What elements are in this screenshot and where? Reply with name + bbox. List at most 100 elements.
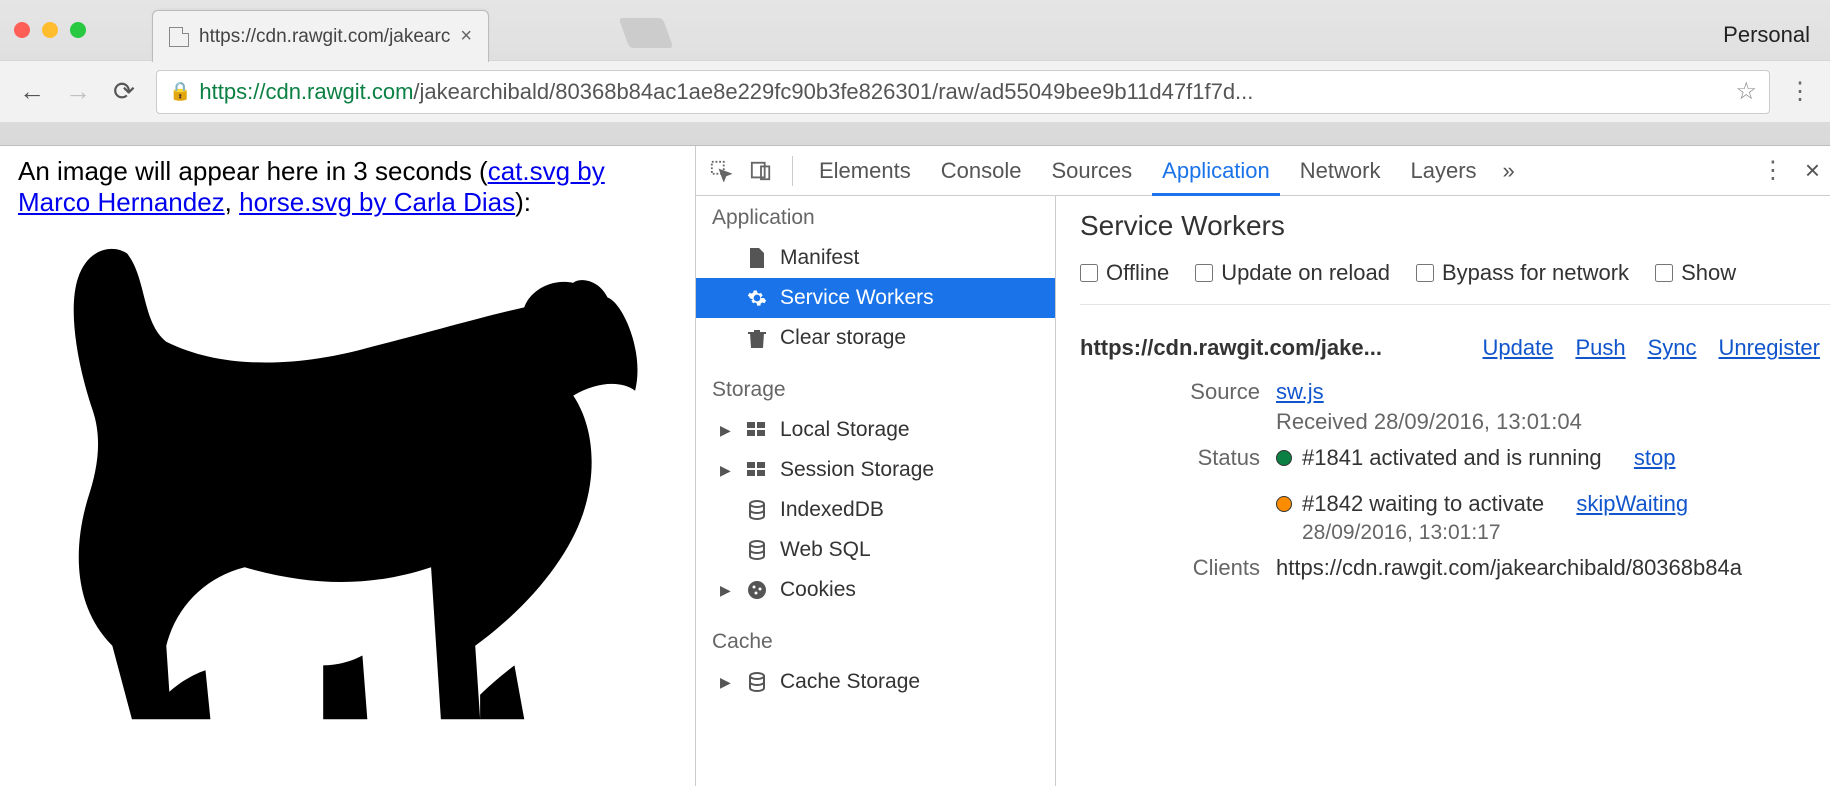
disclosure-triangle-icon: ▶ (720, 462, 734, 479)
sidebar-item-service-workers[interactable]: ▶Service Workers (696, 278, 1055, 318)
check-show-all[interactable]: Show (1655, 260, 1736, 286)
sidebar-item-indexeddb[interactable]: ▶IndexedDB (696, 490, 1055, 530)
page-sep: , (225, 187, 239, 217)
label-status: Status (1080, 445, 1260, 545)
tab-sources[interactable]: Sources (1041, 146, 1142, 196)
sw-skipwaiting-link[interactable]: skipWaiting (1576, 491, 1688, 517)
disclosure-triangle-icon: ▶ (720, 582, 734, 599)
forward-button[interactable]: → (64, 76, 92, 107)
status-row-active: #1841 activated and is running stop (1276, 445, 1830, 471)
sw-source-link[interactable]: sw.js (1276, 379, 1830, 405)
traffic-zoom[interactable] (70, 22, 86, 38)
tab-close-icon[interactable]: × (460, 25, 472, 48)
status-row-waiting: #1842 waiting to activate skipWaiting (1276, 491, 1830, 517)
grid-icon (746, 422, 768, 438)
status-dot-green-icon (1276, 450, 1292, 466)
profile-label[interactable]: Personal (1723, 22, 1810, 48)
tab-layers[interactable]: Layers (1400, 146, 1486, 196)
tab-elements[interactable]: Elements (809, 146, 921, 196)
cat-icon (18, 224, 648, 734)
tab-application[interactable]: Application (1152, 146, 1280, 196)
browser-tab[interactable]: https://cdn.rawgit.com/jakearc × (152, 10, 489, 62)
sidebar-item-clear-storage[interactable]: ▶Clear storage (696, 318, 1055, 358)
cat-image (18, 224, 677, 741)
sidebar-item-session-storage[interactable]: ▶ Session Storage (696, 450, 1055, 490)
sw-action-unregister[interactable]: Unregister (1719, 335, 1820, 361)
inspect-element-icon[interactable] (706, 156, 736, 186)
browser-menu-button[interactable]: ⋮ (1788, 77, 1812, 106)
trash-icon (746, 328, 768, 348)
devtools-tabs: Elements Console Sources Application Net… (696, 146, 1830, 196)
sw-action-push[interactable]: Push (1575, 335, 1625, 361)
page-text-after: ): (515, 187, 531, 217)
checkbox[interactable] (1416, 264, 1434, 282)
tab-console[interactable]: Console (931, 146, 1032, 196)
service-workers-panel: Service Workers Offline Update on reload… (1056, 196, 1830, 786)
window-chrome: https://cdn.rawgit.com/jakearc × Persona… (0, 0, 1830, 146)
disclosure-triangle-icon: ▶ (720, 674, 734, 691)
url-scheme: https (199, 79, 247, 105)
disclosure-triangle-icon: ▶ (720, 422, 734, 439)
omnibox[interactable]: 🔒 https://cdn.rawgit.com/jakearchibald/8… (156, 70, 1770, 114)
page-text: An image will appear here in 3 seconds ( (18, 156, 488, 186)
status-time: 28/09/2016, 13:01:17 (1302, 521, 1830, 545)
link-horse-svg[interactable]: horse.svg by Carla Dias (239, 187, 515, 217)
url-host: ://cdn.rawgit.com (247, 79, 413, 105)
status-dot-orange-icon (1276, 496, 1292, 512)
sidebar-item-label: Session Storage (780, 458, 934, 482)
sidebar-item-label: Cache Storage (780, 670, 920, 694)
status-text: #1841 activated and is running (1302, 445, 1602, 471)
sw-options: Offline Update on reload Bypass for netw… (1080, 260, 1830, 305)
check-bypass[interactable]: Bypass for network (1416, 260, 1629, 286)
sidebar-item-local-storage[interactable]: ▶ Local Storage (696, 410, 1055, 450)
sw-registration: https://cdn.rawgit.com/jake... Update Pu… (1080, 323, 1830, 593)
sw-source-received: Received 28/09/2016, 13:01:04 (1276, 409, 1830, 435)
sidebar-item-label: IndexedDB (780, 498, 884, 522)
gear-icon (746, 288, 768, 308)
sw-action-update[interactable]: Update (1482, 335, 1553, 361)
sw-stop-link[interactable]: stop (1634, 445, 1676, 471)
devtools-close-icon[interactable]: × (1805, 155, 1820, 186)
sidebar-item-label: Local Storage (780, 418, 910, 442)
title-row: https://cdn.rawgit.com/jakearc × Persona… (0, 0, 1830, 60)
sw-client-url: https://cdn.rawgit.com/jakearchibald/803… (1276, 555, 1830, 581)
lock-icon: 🔒 (169, 81, 191, 102)
checkbox[interactable] (1080, 264, 1098, 282)
db-icon (746, 540, 768, 560)
checkbox[interactable] (1195, 264, 1213, 282)
devtools: Elements Console Sources Application Net… (695, 146, 1830, 786)
sidebar-item-manifest[interactable]: ▶Manifest (696, 238, 1055, 278)
tab-title: https://cdn.rawgit.com/jakearc (199, 26, 450, 48)
new-tab-button[interactable] (619, 18, 674, 48)
db-icon (746, 500, 768, 520)
reload-button[interactable]: ⟳ (110, 76, 138, 107)
traffic-close[interactable] (14, 22, 30, 38)
status-text: #1842 waiting to activate (1302, 491, 1544, 517)
grid-icon (746, 462, 768, 478)
checkbox[interactable] (1655, 264, 1673, 282)
sidebar-item-label: Service Workers (780, 286, 934, 310)
traffic-minimize[interactable] (42, 22, 58, 38)
panel-title: Service Workers (1080, 210, 1830, 242)
devtools-menu-icon[interactable]: ⋮ (1761, 156, 1785, 185)
check-offline[interactable]: Offline (1080, 260, 1169, 286)
sidebar-group-title: Storage (696, 368, 1055, 410)
sidebar-item-cache-storage[interactable]: ▶ Cache Storage (696, 662, 1055, 702)
check-update-on-reload[interactable]: Update on reload (1195, 260, 1390, 286)
label-source: Source (1080, 379, 1260, 435)
separator (792, 156, 793, 186)
back-button[interactable]: ← (18, 76, 46, 107)
sidebar-item-cookies[interactable]: ▶Cookies (696, 570, 1055, 610)
bookmark-star-icon[interactable]: ☆ (1727, 77, 1757, 106)
sidebar-item-web-sql[interactable]: ▶Web SQL (696, 530, 1055, 570)
sw-action-sync[interactable]: Sync (1648, 335, 1697, 361)
toolbar: ← → ⟳ 🔒 https://cdn.rawgit.com/jakearchi… (0, 60, 1830, 122)
tabs-overflow-icon[interactable]: » (1503, 158, 1515, 184)
sidebar-group-title: Application (696, 196, 1055, 238)
label-clients: Clients (1080, 555, 1260, 581)
db-icon (746, 672, 768, 692)
tab-network[interactable]: Network (1290, 146, 1391, 196)
cookie-icon (746, 580, 768, 600)
device-toggle-icon[interactable] (746, 156, 776, 186)
page-icon (746, 248, 768, 268)
